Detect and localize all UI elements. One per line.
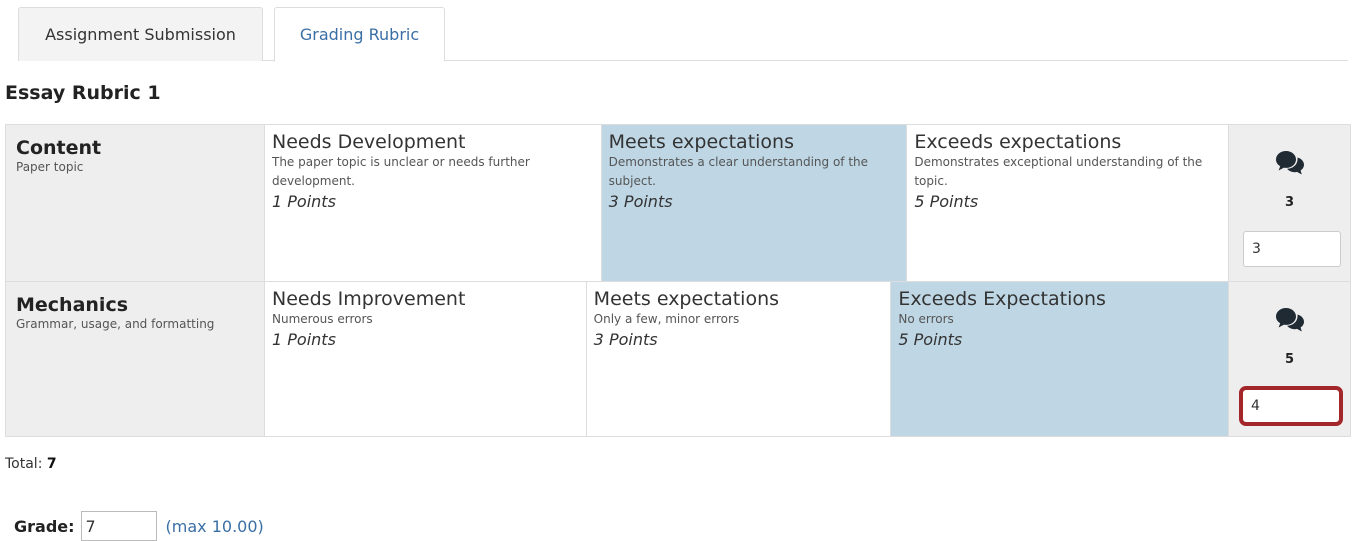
level-points: 1 Points <box>272 330 336 349</box>
level-title: Meets expectations <box>608 131 794 153</box>
level-title: Exceeds expectations <box>914 131 1122 153</box>
grade-row: Grade: (max 10.00) <box>14 511 264 541</box>
score-cell: 3 <box>1228 124 1351 282</box>
level-title: Needs Development <box>272 131 466 153</box>
level-description: Demonstrates a clear understanding of th… <box>608 155 869 188</box>
level-title: Needs Improvement <box>272 288 466 310</box>
criterion-score: 3 <box>1284 195 1295 210</box>
criterion-points-input[interactable] <box>1243 231 1341 267</box>
total-value: 7 <box>46 456 57 472</box>
criterion-title: Mechanics <box>16 294 129 316</box>
criterion-levels: Needs Development The paper topic is unc… <box>264 124 1229 282</box>
rubric-title: Essay Rubric 1 <box>5 82 161 104</box>
total-label: Total: <box>5 456 43 472</box>
level-cell-selected[interactable]: Meets expectations Demonstrates a clear … <box>601 125 908 281</box>
criterion-header: Content Paper topic <box>5 124 265 282</box>
level-description: The paper topic is unclear or needs furt… <box>272 155 530 188</box>
criterion-score: 5 <box>1284 352 1295 367</box>
tab-bar: Assignment Submission Grading Rubric <box>18 7 1348 62</box>
level-title: Exceeds Expectations <box>898 288 1106 310</box>
criterion-points-input-highlighted[interactable] <box>1239 386 1343 426</box>
comments-icon[interactable] <box>1229 306 1350 334</box>
criterion-levels: Needs Improvement Numerous errors 1 Poin… <box>264 281 1229 437</box>
grade-max: (max 10.00) <box>165 516 264 536</box>
level-points: 5 Points <box>898 330 963 349</box>
level-description: Numerous errors <box>272 312 373 326</box>
level-points: 5 Points <box>914 192 979 211</box>
level-description: Only a few, minor errors <box>593 312 740 326</box>
criterion-title: Content <box>16 137 102 159</box>
criterion-header: Mechanics Grammar, usage, and formatting <box>5 281 265 437</box>
level-cell[interactable]: Needs Improvement Numerous errors 1 Poin… <box>265 282 587 436</box>
level-points: 3 Points <box>593 330 658 349</box>
criterion-description: Paper topic <box>16 160 84 174</box>
score-cell: 5 <box>1228 281 1351 437</box>
level-description: No errors <box>898 312 954 326</box>
criterion-row-mechanics: Mechanics Grammar, usage, and formatting… <box>5 281 1351 437</box>
level-description: Demonstrates exceptional understanding o… <box>914 155 1203 188</box>
grade-label: Grade: <box>14 516 75 536</box>
criterion-description: Grammar, usage, and formatting <box>16 317 215 331</box>
level-cell-selected[interactable]: Exceeds Expectations No errors 5 Points <box>891 282 1229 436</box>
level-points: 3 Points <box>608 192 673 211</box>
comments-icon[interactable] <box>1229 149 1350 177</box>
level-cell[interactable]: Exceeds expectations Demonstrates except… <box>907 125 1228 281</box>
criterion-row-content: Content Paper topic Needs Development Th… <box>5 124 1351 282</box>
level-cell[interactable]: Needs Development The paper topic is unc… <box>265 125 602 281</box>
level-title: Meets expectations <box>593 288 780 310</box>
tab-assignment-submission[interactable]: Assignment Submission <box>18 7 263 61</box>
grade-input[interactable] <box>80 511 157 541</box>
level-points: 1 Points <box>272 192 336 211</box>
tab-grading-rubric[interactable]: Grading Rubric <box>274 7 445 62</box>
rubric-table: Content Paper topic Needs Development Th… <box>5 124 1351 437</box>
total: Total: 7 <box>5 456 57 472</box>
level-cell[interactable]: Meets expectations Only a few, minor err… <box>587 282 892 436</box>
